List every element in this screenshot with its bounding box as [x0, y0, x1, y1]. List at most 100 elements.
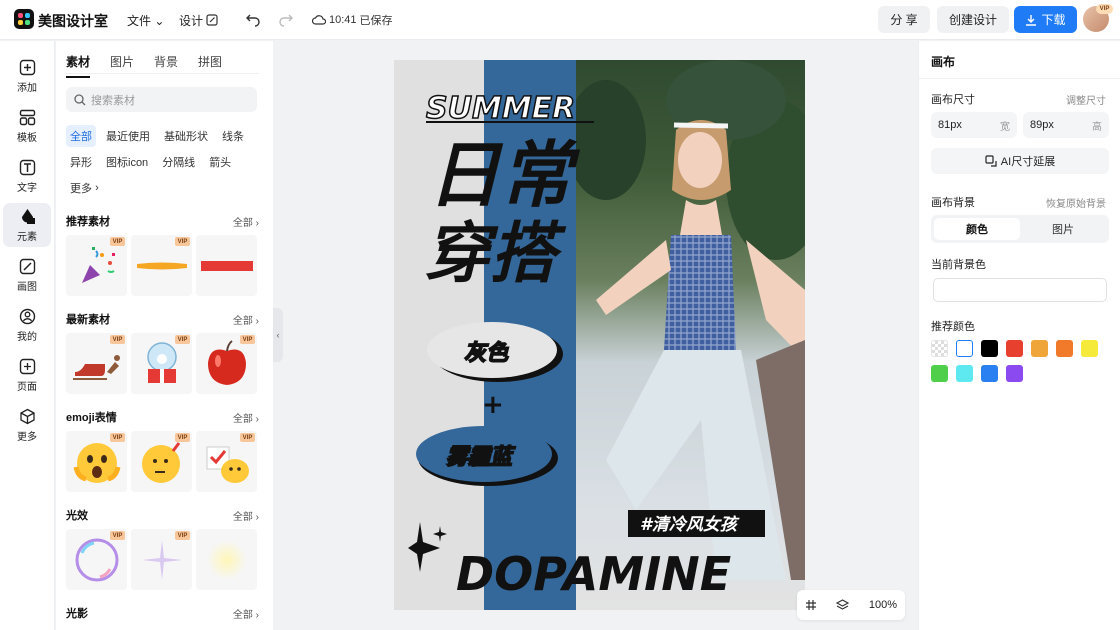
chip-more[interactable]: 更多 › [66, 177, 103, 199]
current-color-box[interactable] [933, 278, 1107, 302]
grid-icon[interactable] [805, 599, 817, 611]
color-swatch[interactable] [956, 365, 973, 382]
color-swatch[interactable] [981, 340, 998, 357]
tab-images[interactable]: 图片 [110, 53, 134, 78]
plus-square-icon [19, 59, 35, 75]
download-button[interactable]: 下载 [1014, 6, 1077, 33]
create-design-button[interactable]: 创建设计 [937, 6, 1009, 33]
red-bar-icon [200, 260, 253, 271]
color-swatch[interactable] [1081, 340, 1098, 357]
see-all-link[interactable]: 全部 › [233, 410, 259, 425]
collapse-panel-button[interactable]: ‹ [273, 308, 283, 362]
chip-dividers[interactable]: 分隔线 [158, 151, 199, 173]
color-swatch[interactable] [956, 340, 973, 357]
asset-sparkle[interactable]: VIP [131, 529, 192, 590]
asset-confetti[interactable]: VIP [66, 235, 127, 296]
see-all-link[interactable]: 全部 › [233, 214, 259, 229]
bg-type-color[interactable]: 颜色 [934, 218, 1020, 240]
rail-item-elements[interactable]: 元素 [3, 203, 51, 247]
see-all-link[interactable]: 全部 › [233, 508, 259, 523]
asset-bubble[interactable]: VIP [66, 529, 127, 590]
share-button[interactable]: 分 享 [878, 6, 930, 33]
rail-item-text[interactable]: 文字 [3, 154, 51, 198]
restore-bg-link[interactable]: 恢复原始背景 [1046, 195, 1106, 210]
undo-icon[interactable] [245, 11, 261, 27]
svg-text:SUMMER: SUMMER [426, 91, 575, 126]
search-input[interactable]: 搜索素材 [66, 87, 257, 112]
redo-icon[interactable] [278, 11, 294, 27]
layers-icon[interactable] [836, 598, 850, 612]
chip-lines[interactable]: 线条 [218, 125, 248, 147]
draw-icon [19, 258, 35, 274]
see-all-link[interactable]: 全部 › [233, 312, 259, 327]
width-value: 81px [938, 119, 962, 131]
asset-brush-stroke[interactable]: VIP [131, 235, 192, 296]
rail-item-mine[interactable]: 我的 [3, 303, 51, 347]
chip-arrows[interactable]: 箭头 [205, 151, 235, 173]
color-swatch[interactable] [931, 365, 948, 382]
color-swatch[interactable] [1006, 340, 1023, 357]
file-menu[interactable]: 文件 ⌄ [127, 12, 164, 29]
tab-collage[interactable]: 拼图 [198, 53, 222, 78]
sleigh-icon [72, 354, 120, 380]
rail-item-templates[interactable]: 模板 [3, 104, 51, 148]
file-menu-label: 文件 [127, 14, 152, 28]
tab-backgrounds[interactable]: 背景 [154, 53, 178, 78]
asset-apple[interactable]: VIP [196, 333, 257, 394]
chip-irregular[interactable]: 异形 [66, 151, 96, 173]
asset-snow-globe[interactable]: VIP [131, 333, 192, 394]
svg-text:雾霾蓝: 雾霾蓝 [446, 445, 516, 470]
text-icon [19, 159, 35, 175]
chip-icons[interactable]: 图标icon [102, 151, 152, 173]
bg-type-image[interactable]: 图片 [1020, 218, 1106, 240]
asset-glow[interactable] [196, 529, 257, 590]
save-text: 已保存 [359, 15, 393, 27]
color-swatch[interactable] [1006, 365, 1023, 382]
height-value: 89px [1030, 119, 1054, 131]
svg-text:日常: 日常 [428, 133, 581, 217]
tab-materials[interactable]: 素材 [66, 53, 91, 78]
width-unit: 宽 [1000, 121, 1010, 133]
bg-type-toggle: 颜色 图片 [931, 215, 1109, 243]
asset-checklist-emoji[interactable]: VIP [196, 431, 257, 492]
design-menu[interactable]: 设计 [179, 12, 218, 29]
poster-artwork: SUMMER 日常 穿搭 灰色 + 雾霾蓝 #清冷风女孩 DOPAMINE [408, 90, 765, 601]
svg-text:穿搭: 穿搭 [424, 215, 567, 292]
asset-shocked-emoji[interactable]: VIP [66, 431, 127, 492]
rail-item-pages[interactable]: 页面 [3, 353, 51, 397]
left-rail: 添加 模板 文字 元素 画图 我的 页面 更多 [0, 41, 55, 630]
chip-recent[interactable]: 最近使用 [102, 125, 154, 147]
chevron-down-icon: ⌄ [154, 14, 165, 28]
see-all-link[interactable]: 全部 › [233, 606, 259, 621]
ai-resize-button[interactable]: AI尺寸延展 [931, 148, 1109, 174]
chip-all[interactable]: 全部 [66, 125, 96, 147]
rail-item-draw[interactable]: 画图 [3, 253, 51, 297]
rail-item-more[interactable]: 更多 [3, 403, 51, 447]
color-swatch[interactable] [1056, 340, 1073, 357]
chip-basic-shapes[interactable]: 基础形状 [160, 125, 212, 147]
design-canvas[interactable]: SUMMER 日常 穿搭 灰色 + 雾霾蓝 #清冷风女孩 DOPAMINE [394, 60, 805, 610]
color-swatch[interactable] [981, 365, 998, 382]
section-title: 推荐素材 [66, 216, 110, 228]
current-color-label: 当前背景色 [931, 259, 986, 271]
chevron-left-icon: ‹ [276, 330, 280, 340]
app-logo-icon[interactable] [14, 9, 34, 29]
vip-tag: VIP [175, 531, 190, 540]
panel-title: 画布 [931, 55, 956, 69]
color-swatch[interactable] [931, 340, 948, 357]
height-field[interactable]: 89px 高 [1023, 112, 1109, 138]
brush-stroke-icon [136, 262, 187, 269]
asset-thinking-emoji[interactable]: VIP [131, 431, 192, 492]
rail-label: 页面 [17, 381, 37, 393]
asset-red-bar[interactable] [196, 235, 257, 296]
asset-sleigh[interactable]: VIP [66, 333, 127, 394]
adjust-size-link[interactable]: 调整尺寸 [1066, 92, 1106, 107]
tab-divider [66, 73, 259, 74]
svg-text:DOPAMINE: DOPAMINE [456, 547, 731, 601]
section-light-shadow: 光影 全部 › [66, 605, 259, 621]
color-swatch[interactable] [1031, 340, 1048, 357]
zoom-level[interactable]: 100% [869, 599, 897, 611]
width-field[interactable]: 81px 宽 [931, 112, 1017, 138]
rail-item-add[interactable]: 添加 [3, 54, 51, 98]
recommended-colors-label: 推荐颜色 [931, 321, 975, 333]
